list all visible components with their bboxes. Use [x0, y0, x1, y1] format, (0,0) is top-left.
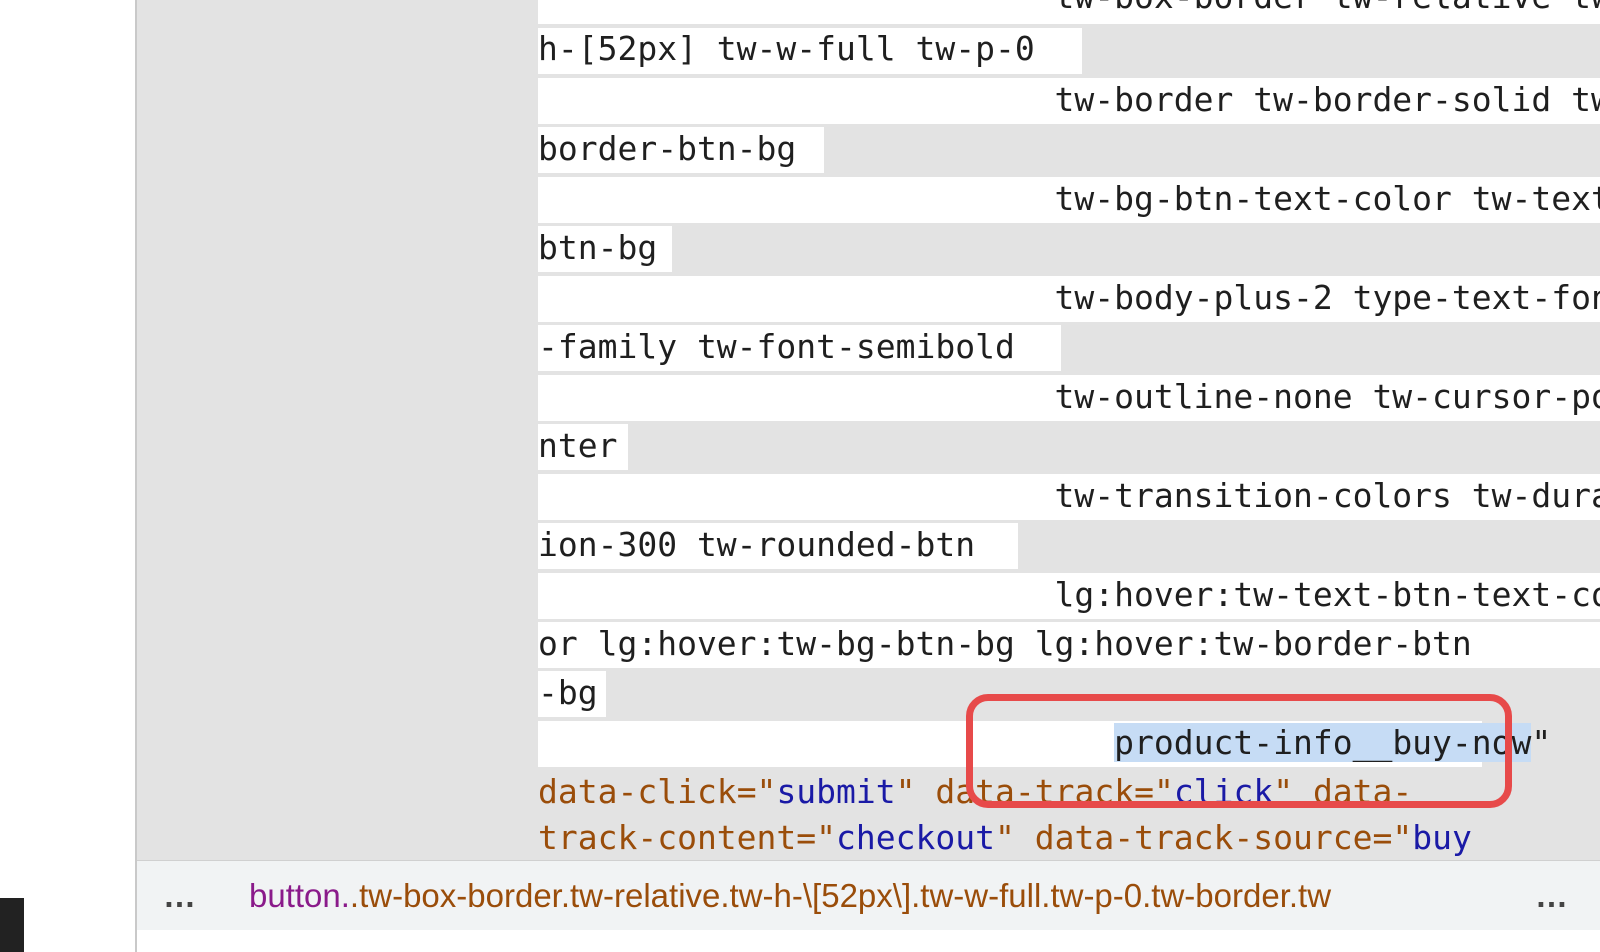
closing-quote: " — [1531, 723, 1552, 762]
code-line: border-btn-bg — [538, 129, 797, 168]
attr-name: data-click — [538, 772, 737, 811]
code-line: -family tw-font-semibold — [538, 327, 1015, 366]
code-line: tw-body-plus-2 type-text-font — [538, 278, 1600, 317]
breadcrumb-scroll-right-button[interactable]: … — [1535, 861, 1568, 931]
attribute-line[interactable]: track-content="checkout" data-track-sour… — [538, 813, 1600, 860]
code-line: -bg — [538, 673, 598, 712]
attr-value: submit — [776, 772, 896, 811]
breadcrumb-scroll-left-button[interactable]: … — [163, 861, 196, 931]
code-line: lg:hover:tw-text-btn-text-col — [538, 575, 1600, 614]
code-line: tw-bg-btn-text-color tw-text- — [538, 179, 1600, 218]
code-line: h-[52px] tw-w-full tw-p-0 — [538, 29, 1035, 68]
attr-value: checkout — [836, 818, 995, 857]
code-line: nter — [538, 426, 618, 465]
code-line: tw-box-border tw-relative tw- — [538, 0, 1600, 22]
code-line: tw-border tw-border-solid tw- — [538, 80, 1600, 119]
edge-tab — [0, 898, 24, 952]
code-line: btn-bg — [538, 228, 658, 267]
breadcrumb-current-node[interactable]: button..tw-box-border.tw-relative.tw-h-\… — [249, 861, 1521, 931]
left-sidebar-strip — [0, 0, 137, 952]
attr-name: track-content — [538, 818, 797, 857]
breadcrumb-tag: button. — [249, 877, 350, 914]
code-line: or lg:hover:tw-bg-btn-bg lg:hover:tw-bor… — [538, 624, 1472, 663]
breadcrumb-classes: .tw-box-border.tw-relative.tw-h-\[52px\]… — [349, 877, 1332, 914]
dom-breadcrumb-bar[interactable]: … button..tw-box-border.tw-relative.tw-h… — [137, 860, 1600, 932]
annotation-callout-box — [966, 694, 1512, 808]
code-line: tw-outline-none tw-cursor-poi — [538, 377, 1600, 416]
bottom-panel-strip — [137, 930, 1600, 952]
attr-name: data-track-source — [1034, 818, 1373, 857]
attr-value: buy — [1412, 818, 1472, 857]
code-line: tw-transition-colors tw-durat — [538, 476, 1600, 515]
code-line: ion-300 tw-rounded-btn — [538, 525, 976, 564]
